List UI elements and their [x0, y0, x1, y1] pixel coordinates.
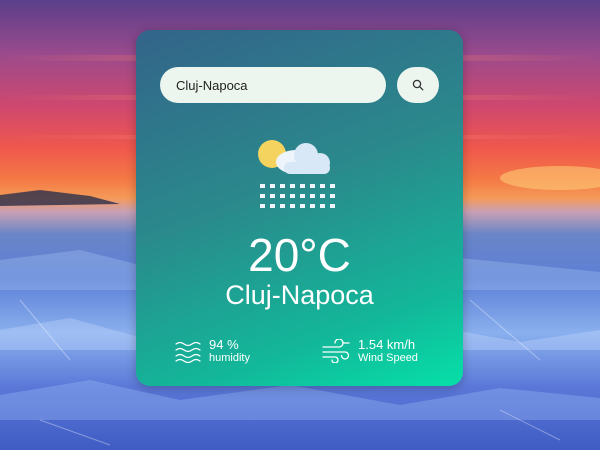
- search-input[interactable]: [160, 67, 386, 103]
- search-button[interactable]: [397, 67, 439, 103]
- weather-card: 20°C Cluj-Napoca 94 % humidity 1.54 km/h…: [136, 30, 463, 386]
- search-icon: [412, 79, 424, 91]
- humidity-label: humidity: [209, 352, 250, 364]
- wind-speed-label: Wind Speed: [358, 352, 418, 364]
- temperature-value: 20°C: [248, 229, 351, 281]
- partly-cloudy-snow-icon: [258, 140, 335, 208]
- humidity-waves-icon: [175, 341, 201, 363]
- humidity-value: 94 %: [209, 337, 239, 352]
- wind-icon: [322, 339, 350, 363]
- wind-speed-value: 1.54 km/h: [358, 337, 416, 352]
- city-name: Cluj-Napoca: [225, 280, 374, 310]
